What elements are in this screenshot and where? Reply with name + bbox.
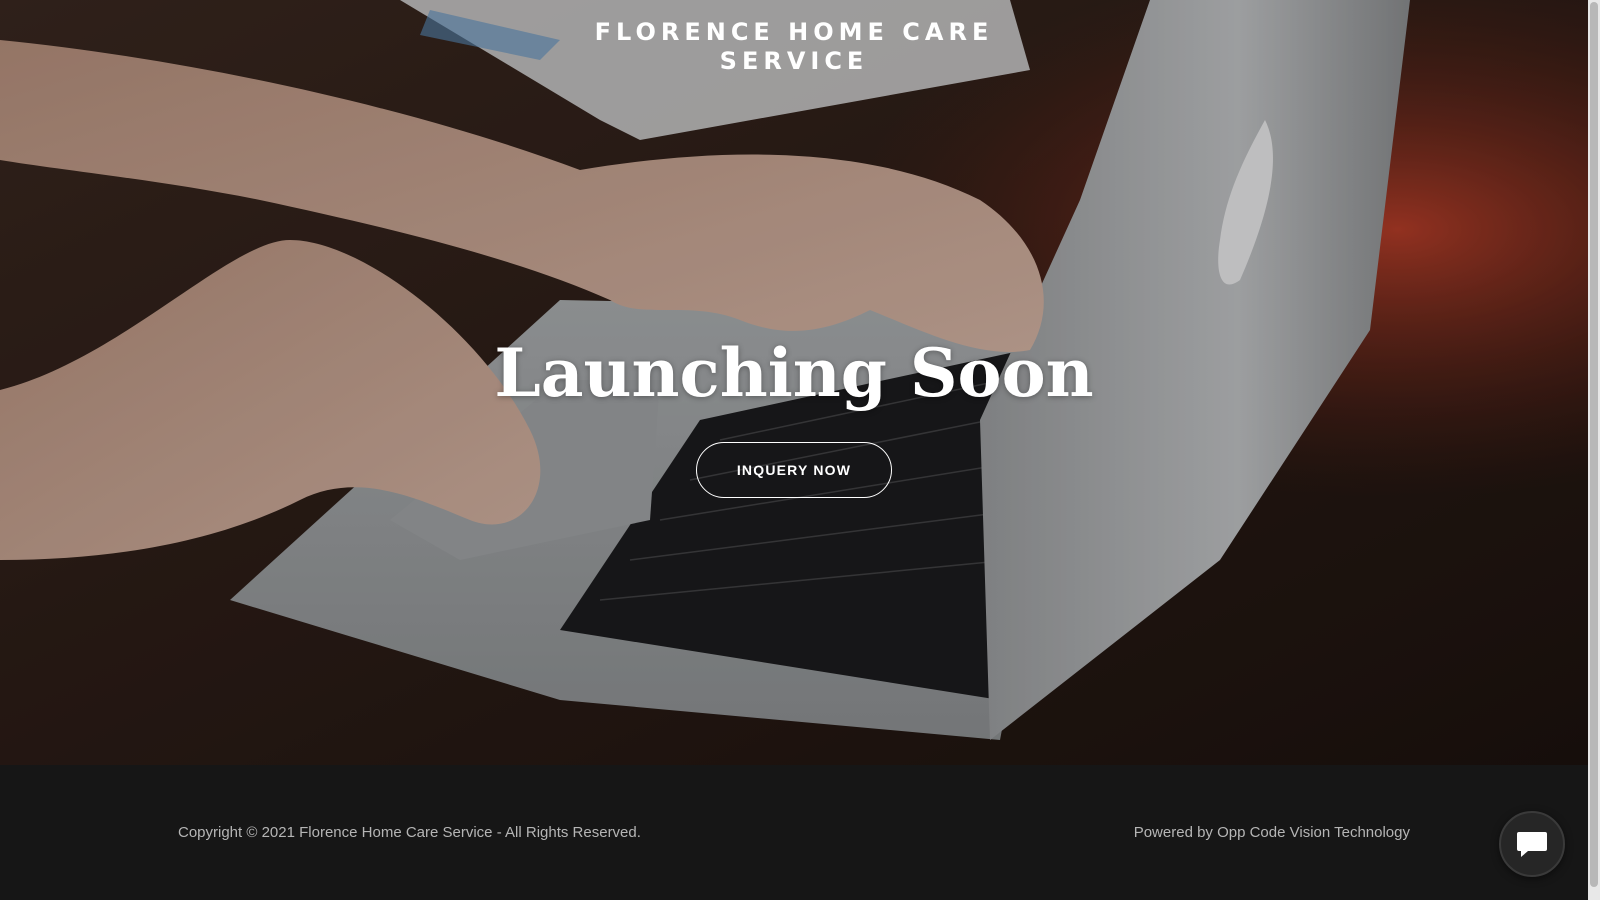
site-title-line1: FLORENCE HOME CARE — [594, 18, 994, 46]
hero-headline: Launching Soon — [494, 334, 1094, 412]
footer: Copyright © 2021 Florence Home Care Serv… — [0, 765, 1588, 900]
scrollbar-thumb[interactable] — [1590, 2, 1598, 887]
inquery-now-button[interactable]: INQUERY NOW — [696, 442, 892, 498]
vertical-scrollbar[interactable] — [1588, 0, 1600, 900]
page: FLORENCE HOME CARE SERVICE Launching Soo… — [0, 0, 1600, 900]
powered-by-text: Powered by Opp Code Vision Technology — [1133, 824, 1410, 841]
copyright-text: Copyright © 2021 Florence Home Care Serv… — [178, 824, 641, 841]
site-title-line2: SERVICE — [719, 47, 869, 75]
chat-bubble-icon — [1517, 832, 1547, 857]
chat-button[interactable] — [1499, 811, 1565, 877]
hero-section: FLORENCE HOME CARE SERVICE Launching Soo… — [0, 0, 1588, 765]
site-title[interactable]: FLORENCE HOME CARE SERVICE — [0, 18, 1588, 76]
